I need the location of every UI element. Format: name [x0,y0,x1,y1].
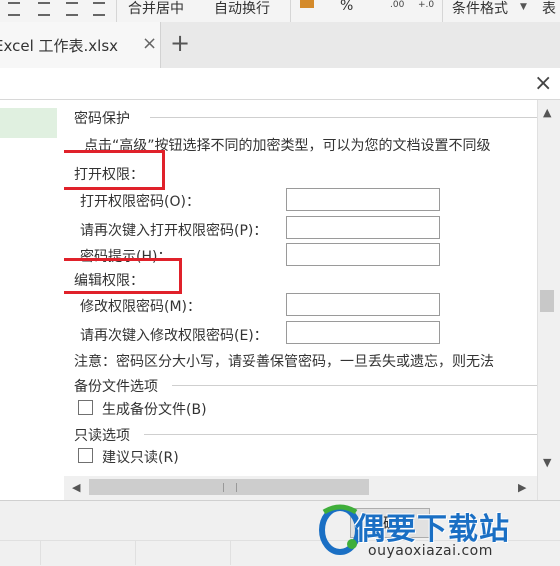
password-hint-input[interactable] [286,243,440,266]
watermark-url: ouyaoxiazai.com [368,543,493,559]
justify-icon[interactable] [93,2,105,16]
scroll-right-icon[interactable]: ▶ [518,481,526,494]
table-style-button[interactable]: 表 [542,0,556,18]
document-encryption-dialog: × 密码保护 点击“高级”按钮选择不同的加密类型，可以为您的文档设置不同级 打开… [0,68,560,500]
ribbon-divider [442,0,443,22]
open-password-confirm-input[interactable] [286,216,440,239]
ribbon-toolbar: 合并居中 自动换行 % .00 +.0 条件格式 ▼ 表 [0,0,560,23]
edit-password-confirm-label: 请再次键入修改权限密码(E)： [80,328,268,344]
backup-file-checkbox[interactable] [78,400,93,415]
merge-center-button[interactable]: 合并居中 [128,0,184,18]
wrap-text-button[interactable]: 自动换行 [214,0,270,18]
scroll-grip-icon [223,483,237,492]
close-tab-icon[interactable]: × [142,33,157,54]
sheet-grid-line [230,540,231,565]
scroll-down-icon[interactable]: ▼ [543,456,551,469]
align-center-icon[interactable] [38,2,50,16]
document-tab-title: Excel 工作表.xlsx [0,37,119,55]
vertical-scroll-thumb[interactable] [540,290,554,312]
section-divider [150,117,550,118]
decrease-decimal-icon[interactable]: +.0 [418,0,434,10]
ribbon-divider [290,0,291,22]
chevron-down-icon[interactable]: ▼ [520,2,527,12]
sheet-grid-line [135,540,136,565]
close-icon[interactable]: × [534,73,552,95]
watermark-site-name: 偶要下载站 [355,512,510,547]
password-note: 注意：密码区分大小写，请妥善保管密码，一旦丢失或遗忘，则无法 [74,354,494,370]
edit-permission-highlight [64,258,182,294]
open-password-input[interactable] [286,188,440,211]
section-divider [172,385,550,386]
edit-password-label: 修改权限密码(M)： [80,299,202,315]
document-tab-bar: Excel 工作表.xlsx × + [0,22,560,69]
open-password-confirm-label: 请再次键入打开权限密码(P)： [80,223,268,239]
align-left-icon[interactable] [8,2,20,16]
currency-icon[interactable] [300,0,314,8]
scroll-left-icon[interactable]: ◀ [72,481,80,494]
align-right-icon[interactable] [66,2,78,16]
conditional-format-button[interactable]: 条件格式 [452,0,508,18]
edit-password-confirm-input[interactable] [286,321,440,344]
password-protection-heading: 密码保护 [74,111,130,127]
sheet-grid-line [40,540,41,565]
open-permission-highlight [64,150,165,190]
nav-item-security-selected[interactable] [0,108,57,138]
increase-decimal-icon[interactable]: .00 [390,0,404,10]
options-nav-panel [0,100,65,500]
open-password-label: 打开权限密码(O)： [80,194,200,210]
backup-file-label: 生成备份文件(B) [102,402,207,418]
new-tab-button[interactable]: + [170,29,190,57]
document-tab[interactable]: Excel 工作表.xlsx × [0,22,161,68]
ribbon-divider [116,0,117,22]
scroll-up-icon[interactable]: ▲ [543,106,551,119]
percent-button[interactable]: % [340,0,353,14]
recommend-readonly-checkbox[interactable] [78,448,93,463]
section-divider [144,434,550,435]
recommend-readonly-label: 建议只读(R) [102,450,179,466]
edit-password-input[interactable] [286,293,440,316]
security-settings-panel: 密码保护 点击“高级”按钮选择不同的加密类型，可以为您的文档设置不同级 打开权限… [64,100,560,500]
backup-options-heading: 备份文件选项 [74,379,158,395]
readonly-options-heading: 只读选项 [74,428,130,444]
